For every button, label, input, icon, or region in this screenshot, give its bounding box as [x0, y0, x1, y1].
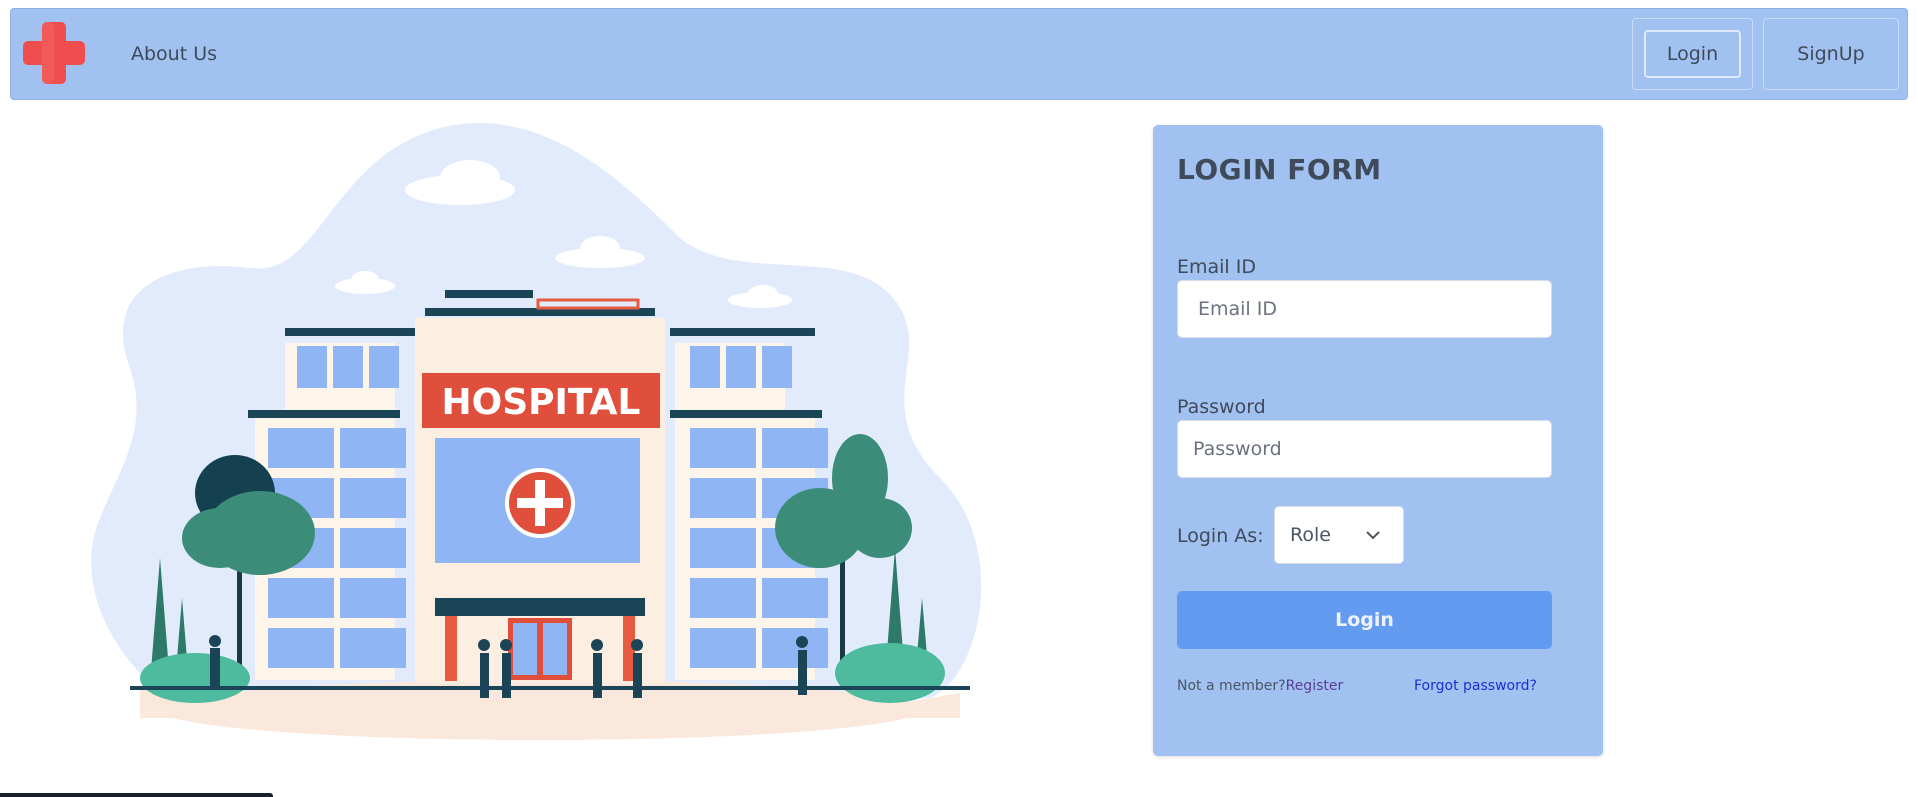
nav-login-button[interactable]: Login [1632, 18, 1753, 90]
not-member-label: Not a member? [1177, 678, 1286, 694]
nav-login-label: Login [1644, 30, 1741, 78]
top-navbar: About Us Login SignUp [10, 8, 1908, 100]
red-cross-icon[interactable] [21, 20, 87, 86]
nav-signup-button[interactable]: SignUp [1763, 18, 1899, 90]
role-label: Login As: [1177, 525, 1264, 547]
login-form-card: LOGIN FORM Email ID Email ID Password Pa… [1153, 125, 1603, 756]
chevron-down-icon [1366, 531, 1380, 540]
email-label: Email ID [1177, 256, 1256, 278]
login-submit-button[interactable]: Login [1177, 591, 1552, 649]
password-label: Password [1177, 396, 1266, 418]
email-field[interactable]: Email ID [1177, 280, 1552, 338]
role-value: Role [1290, 524, 1331, 546]
role-select[interactable]: Role [1274, 506, 1404, 564]
bottom-taskbar-edge [0, 793, 273, 797]
not-member-text: Not a member?Register [1177, 678, 1343, 694]
forgot-password-link[interactable]: Forgot password? [1414, 678, 1537, 694]
form-title: LOGIN FORM [1177, 153, 1382, 186]
password-field[interactable]: Password [1177, 420, 1552, 478]
hospital-sign: HOSPITAL [441, 382, 640, 423]
about-us-link[interactable]: About Us [131, 43, 217, 65]
hospital-illustration: HOSPITAL [91, 123, 982, 740]
register-link[interactable]: Register [1286, 678, 1344, 694]
